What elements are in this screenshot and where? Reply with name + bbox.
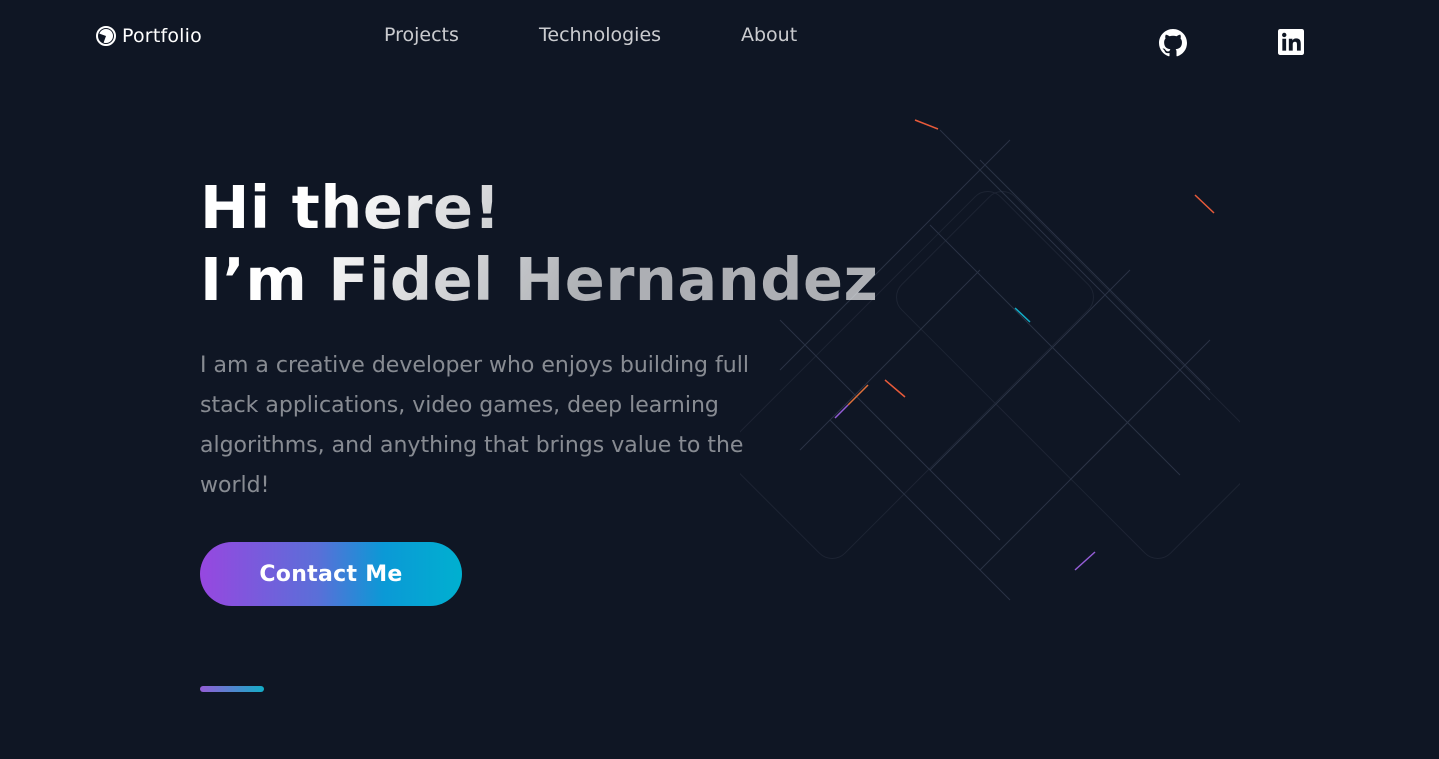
page: Portfolio Projects Technologies About Hi… — [0, 0, 1439, 759]
hero-title: Hi there! I’m Fidel Hernandez — [200, 172, 878, 316]
linkedin-icon — [1278, 29, 1304, 55]
github-icon — [1159, 29, 1187, 57]
hero-title-line1: Hi there! — [200, 173, 501, 242]
linkedin-link[interactable] — [1278, 29, 1304, 59]
hero-description: I am a creative developer who enjoys bui… — [200, 353, 749, 498]
contact-me-button[interactable]: Contact Me — [200, 542, 462, 606]
nav-link-projects[interactable]: Projects — [384, 24, 459, 46]
logo-label: Portfolio — [122, 25, 202, 47]
github-link[interactable] — [1159, 29, 1187, 61]
nav-link-technologies[interactable]: Technologies — [539, 24, 661, 46]
logo-icon — [96, 26, 116, 46]
section-divider — [200, 686, 264, 692]
nav-link-about[interactable]: About — [741, 24, 797, 46]
logo-link[interactable]: Portfolio — [94, 24, 202, 48]
hero-title-line2: I’m Fidel Hernandez — [200, 245, 879, 314]
